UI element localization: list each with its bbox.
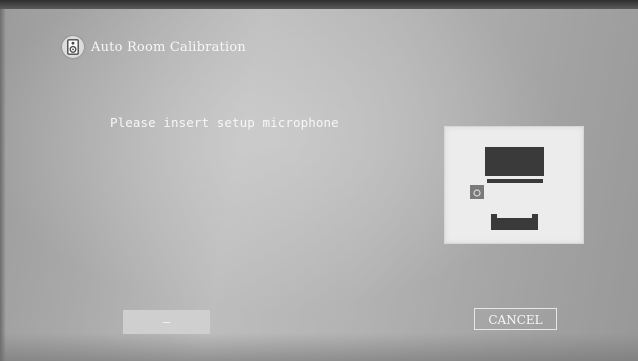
calibration-screen: Auto Room Calibration Please insert setu…	[0, 0, 638, 361]
screen-header: Auto Room Calibration	[62, 36, 246, 58]
instruction-text: Please insert setup microphone	[110, 115, 339, 130]
page-title: Auto Room Calibration	[91, 39, 246, 55]
room-diagram	[444, 126, 584, 244]
speaker-icon	[62, 36, 84, 58]
sofa-icon	[491, 214, 538, 230]
microphone-port-icon	[470, 185, 484, 199]
screen-edge	[0, 9, 6, 361]
soundbar-icon	[487, 179, 543, 183]
tv-icon	[485, 147, 544, 176]
dash-button[interactable]: —	[123, 310, 210, 334]
cancel-button[interactable]: CANCEL	[474, 308, 557, 330]
